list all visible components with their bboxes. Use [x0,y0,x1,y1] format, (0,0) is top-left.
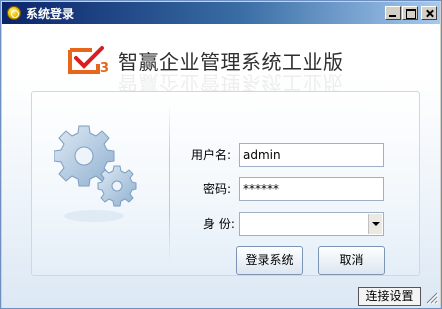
close-button[interactable] [421,6,437,20]
svg-text:3: 3 [100,61,109,76]
role-label: 身 份: [203,217,235,231]
role-select[interactable] [239,212,384,236]
password-label: 密码: [203,182,232,196]
connection-settings-button[interactable]: 连接设置 [358,287,421,306]
gears-icon [54,125,137,222]
resize-grip-icon[interactable] [426,292,438,304]
logo-icon: 3 [68,46,109,76]
title-bar[interactable]: 系统登录 [2,2,440,24]
login-window: 系统登录 3 智赢企业管理系统工业版 智赢企业管理系统工业版 用户名: admi… [0,0,442,309]
minimize-button[interactable] [385,6,401,20]
login-button[interactable]: 登录系统 [236,246,303,275]
username-label: 用户名: [191,148,232,162]
client-area: 3 智赢企业管理系统工业版 智赢企业管理系统工业版 用户名: admin 密码:… [2,24,440,308]
maximize-button[interactable] [402,6,418,20]
login-panel: 用户名: admin 密码: ****** 身 份: 登录系统 取消 [31,91,420,276]
password-input[interactable]: ****** [239,177,384,201]
window-title: 系统登录 [26,7,75,21]
chevron-down-icon[interactable] [368,214,382,234]
cancel-button[interactable]: 取消 [318,246,385,275]
app-icon [7,6,21,20]
username-input[interactable]: admin [239,143,384,167]
panel-divider [169,104,170,264]
